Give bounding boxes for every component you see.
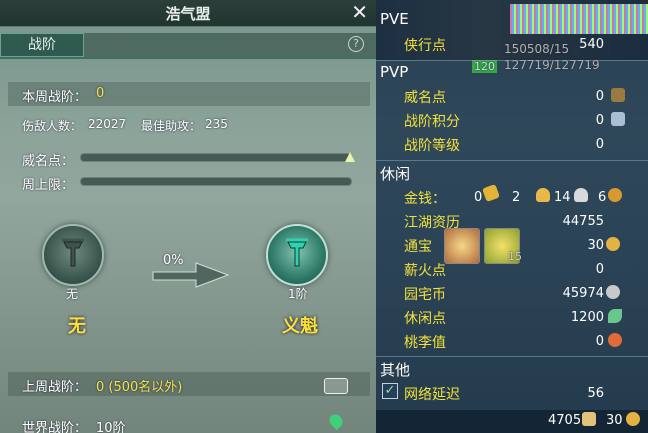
footer-left-value: 4705 (548, 413, 582, 428)
banner-icon-active (286, 238, 308, 267)
money-gold: 2 (512, 190, 521, 205)
leisure-item-value: 0 (595, 262, 604, 277)
current-rank-name: 无 (68, 316, 86, 337)
section-other-title: 其他 (380, 361, 411, 379)
tab-bar: 战阶 ? (0, 33, 376, 59)
footprint-icon (582, 412, 596, 426)
peach-icon (608, 333, 622, 347)
leisure-item-label: 休闲点 (404, 311, 446, 327)
hud-level: 120 (472, 60, 497, 73)
last-week-label: 上周战阶： (22, 380, 88, 395)
leisure-item-value: 0 (595, 334, 604, 349)
current-rank-sub: 无 (66, 287, 79, 301)
leisure-item-label: 桃李值 (404, 335, 446, 351)
help-icon[interactable]: ? (348, 36, 364, 52)
money-brick: 0 (474, 190, 483, 205)
homestead-coin-icon (606, 285, 620, 299)
latency-checkbox[interactable]: ✓ (382, 383, 398, 399)
leisure-item-value: 30 (587, 238, 604, 253)
leisure-item-value: 1200 (570, 310, 604, 325)
section-leisure-title: 休闲 (380, 165, 411, 183)
this-week-value: 0 (96, 86, 105, 101)
pvp-item-value: 0 (595, 137, 604, 152)
week-cap-bar (80, 177, 352, 186)
location-icon[interactable] (326, 411, 346, 431)
assist-label: 最佳助攻： (141, 119, 202, 133)
other-item-label: 网络延迟 (404, 387, 460, 403)
divider (376, 356, 648, 357)
kills-value: 22027 (88, 117, 127, 131)
kills-label: 伤敌人数： (22, 119, 83, 133)
close-icon[interactable]: ✕ (351, 1, 368, 23)
tongbao-coin-icon (606, 237, 620, 251)
world-rank-value: 10阶 (96, 421, 126, 433)
section-pve-title: PVE (380, 10, 409, 28)
leisure-item-value: 44755 (562, 214, 604, 229)
other-item-value: 56 (587, 386, 604, 401)
last-week-value: 0 (500名以外) (96, 380, 183, 395)
divider (376, 160, 648, 161)
hud-hp-1: 150508/15 (504, 42, 570, 56)
silver-ingot-icon (574, 188, 588, 202)
tab-rank[interactable]: 战阶 (0, 33, 84, 57)
rank-points-icon (611, 112, 625, 126)
gold-ingot-icon (536, 188, 550, 202)
currency-panel: 150508/15 127719/127719 120 PVE 侠行点 540 … (376, 0, 648, 433)
copper-coin-icon (608, 188, 622, 202)
divider (376, 60, 648, 61)
item-thumb-1[interactable] (444, 228, 480, 264)
leisure-item-label: 园宅币 (404, 287, 446, 303)
cap-marker-icon (345, 152, 355, 162)
this-week-label: 本周战阶： (22, 90, 88, 105)
pve-item-value: 540 (579, 37, 604, 52)
thumb-count: 15 (508, 250, 522, 263)
pvp-item-value: 0 (595, 113, 604, 128)
leisure-item-label: 薪火点 (404, 263, 446, 279)
leisure-item-value: 45974 (562, 286, 604, 301)
money-label: 金钱： (404, 191, 446, 207)
hud-glitch-bar (510, 4, 648, 34)
faction-panel: 浩气盟 ✕ 战阶 ? 本周战阶： 0 伤敌人数： 22027 最佳助攻： 235… (0, 0, 376, 433)
gold-brick-icon (482, 184, 500, 202)
pve-item-label: 侠行点 (404, 38, 446, 54)
week-cap-label: 周上限： (22, 178, 75, 193)
prestige-icon (611, 88, 625, 102)
progress-arrow-icon (152, 262, 230, 288)
world-rank-label: 世界战阶： (22, 421, 88, 433)
prestige-bar (80, 153, 352, 162)
assist-value: 235 (205, 117, 228, 131)
money-copper: 6 (598, 190, 607, 205)
current-rank-badge (42, 224, 104, 286)
next-rank-name: 义魁 (282, 316, 318, 337)
footer-right-value: 30 (606, 413, 623, 428)
leisure-item-label: 通宝 (404, 239, 432, 255)
section-pvp-title: PVP (380, 63, 409, 81)
window-title: 浩气盟 (165, 5, 211, 23)
pvp-item-label: 威名点 (404, 90, 446, 106)
footer-coin-icon (626, 412, 640, 426)
pvp-item-label: 战阶等级 (404, 138, 460, 154)
next-rank-sub: 1阶 (288, 287, 308, 301)
mail-icon[interactable] (324, 378, 348, 394)
pvp-item-label: 战阶积分 (404, 114, 460, 130)
titlebar[interactable]: 浩气盟 ✕ (0, 0, 376, 27)
money-silver: 14 (554, 190, 571, 205)
prestige-label: 威名点： (22, 154, 75, 169)
banner-icon (62, 238, 84, 267)
next-rank-badge (266, 224, 328, 286)
leaf-icon (608, 309, 622, 323)
pvp-item-value: 0 (595, 89, 604, 104)
